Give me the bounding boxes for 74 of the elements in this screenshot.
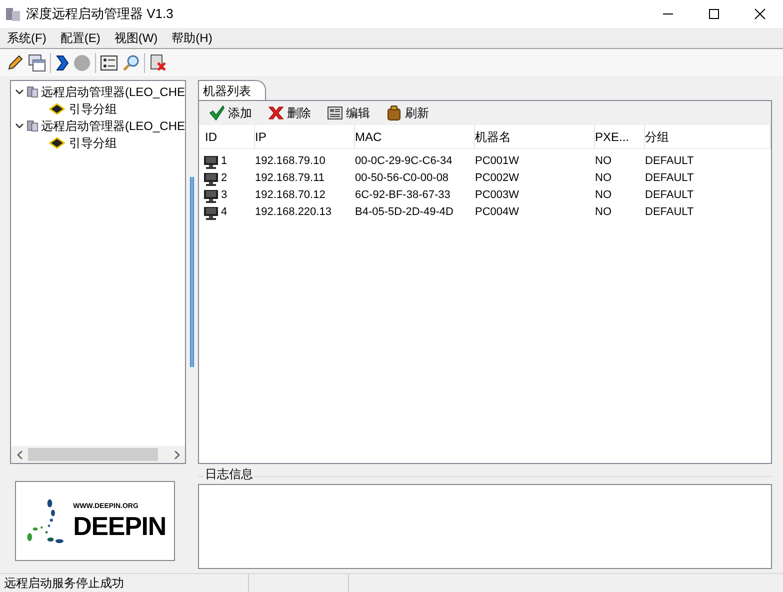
- table-cell-text: 2: [221, 171, 228, 186]
- add-button[interactable]: 添加: [209, 104, 252, 122]
- table-cell: NO: [595, 189, 612, 202]
- table-cell: 00-0C-29-9C-C6-34: [355, 155, 452, 168]
- table-cell: 192.168.70.12: [255, 189, 326, 202]
- table-cell: NO: [595, 172, 612, 184]
- table-cell-text: 3: [221, 188, 228, 204]
- column-header[interactable]: IP: [255, 125, 355, 148]
- pencil-icon[interactable]: [6, 54, 24, 72]
- delete-document-icon[interactable]: [149, 54, 167, 72]
- tree-item[interactable]: 引导分组: [69, 134, 117, 152]
- logo-wordmark: DEEPIN: [73, 512, 166, 539]
- delete-button[interactable]: 删除: [268, 104, 311, 122]
- tab[interactable]: 机器列表: [198, 80, 266, 100]
- menu-item[interactable]: 系统(F): [0, 29, 54, 47]
- window-title: 深度远程启动管理器 V1.3: [26, 5, 174, 24]
- table-cell: 00-50-56-C0-00-08: [355, 172, 449, 184]
- horizontal-scrollbar[interactable]: [11, 446, 185, 463]
- tree-item[interactable]: 引导分组: [69, 100, 117, 118]
- column-header[interactable]: ID: [205, 125, 255, 148]
- menu-item[interactable]: 帮助(H): [164, 29, 220, 47]
- chevron-down-icon[interactable]: [15, 121, 24, 130]
- close-icon: [754, 8, 766, 20]
- computer-icon: [203, 206, 219, 220]
- column-header[interactable]: 机器名: [475, 125, 595, 148]
- menu-item[interactable]: 配置(E): [53, 29, 108, 47]
- chip-icon: [49, 102, 65, 114]
- table-cell-text: 4: [221, 205, 228, 220]
- table-cell: PC002W: [475, 172, 520, 184]
- scroll-right-icon[interactable]: [174, 450, 180, 458]
- chevron-icon[interactable]: [55, 54, 69, 72]
- window-icon[interactable]: [28, 54, 46, 72]
- table-cell: DEFAULT: [645, 189, 694, 202]
- splitter-handle[interactable]: [190, 177, 194, 367]
- tree-item[interactable]: 远程启动管理器(LEO_CHE: [40, 116, 185, 134]
- status-text: 远程启动服务停止成功: [0, 574, 249, 592]
- server-icon: [26, 84, 39, 100]
- table-cell: DEFAULT: [645, 172, 694, 184]
- menu-item[interactable]: 视图(W): [107, 29, 165, 47]
- column-header[interactable]: 分组: [645, 125, 771, 148]
- list-icon[interactable]: [100, 54, 118, 72]
- table-cell: B4-05-5D-2D-49-4D: [355, 206, 454, 218]
- checkmark-icon: [209, 105, 225, 121]
- table-cell: DEFAULT: [645, 155, 694, 168]
- table-cell: 6C-92-BF-38-67-33: [355, 189, 450, 202]
- computer-icon: [203, 172, 219, 186]
- maximize-icon: [708, 8, 720, 20]
- table-cell: PC001W: [475, 155, 520, 168]
- column-header[interactable]: PXE...: [595, 125, 645, 148]
- cross-icon: [268, 105, 284, 121]
- chip-icon: [49, 136, 65, 148]
- table-cell: DEFAULT: [645, 206, 694, 218]
- computer-icon: [203, 154, 219, 168]
- table-cell: NO: [595, 155, 612, 168]
- group-title: 日志信息: [204, 468, 254, 480]
- table-cell: 192.168.79.10: [255, 155, 326, 168]
- chevron-down-icon[interactable]: [15, 87, 24, 96]
- table-cell: PC004W: [475, 206, 520, 218]
- app-icon: [5, 6, 21, 22]
- refresh-button[interactable]: 刷新: [386, 104, 429, 122]
- computer-icon: [203, 188, 219, 202]
- column-header[interactable]: MAC: [355, 125, 475, 148]
- table-cell: 192.168.220.13: [255, 206, 332, 218]
- tree-item[interactable]: 远程启动管理器(LEO_CHE: [40, 82, 185, 100]
- scroll-left-icon[interactable]: [16, 450, 22, 458]
- table-cell: PC003W: [475, 189, 520, 202]
- server-icon: [26, 118, 39, 134]
- table-cell: NO: [595, 206, 612, 218]
- search-icon[interactable]: [122, 54, 140, 72]
- table-cell: 192.168.79.11: [255, 172, 325, 184]
- edit-button[interactable]: 编辑: [327, 104, 370, 122]
- form-icon: [327, 105, 343, 121]
- table-cell-text: 1: [221, 154, 228, 170]
- bag-icon: [386, 105, 402, 121]
